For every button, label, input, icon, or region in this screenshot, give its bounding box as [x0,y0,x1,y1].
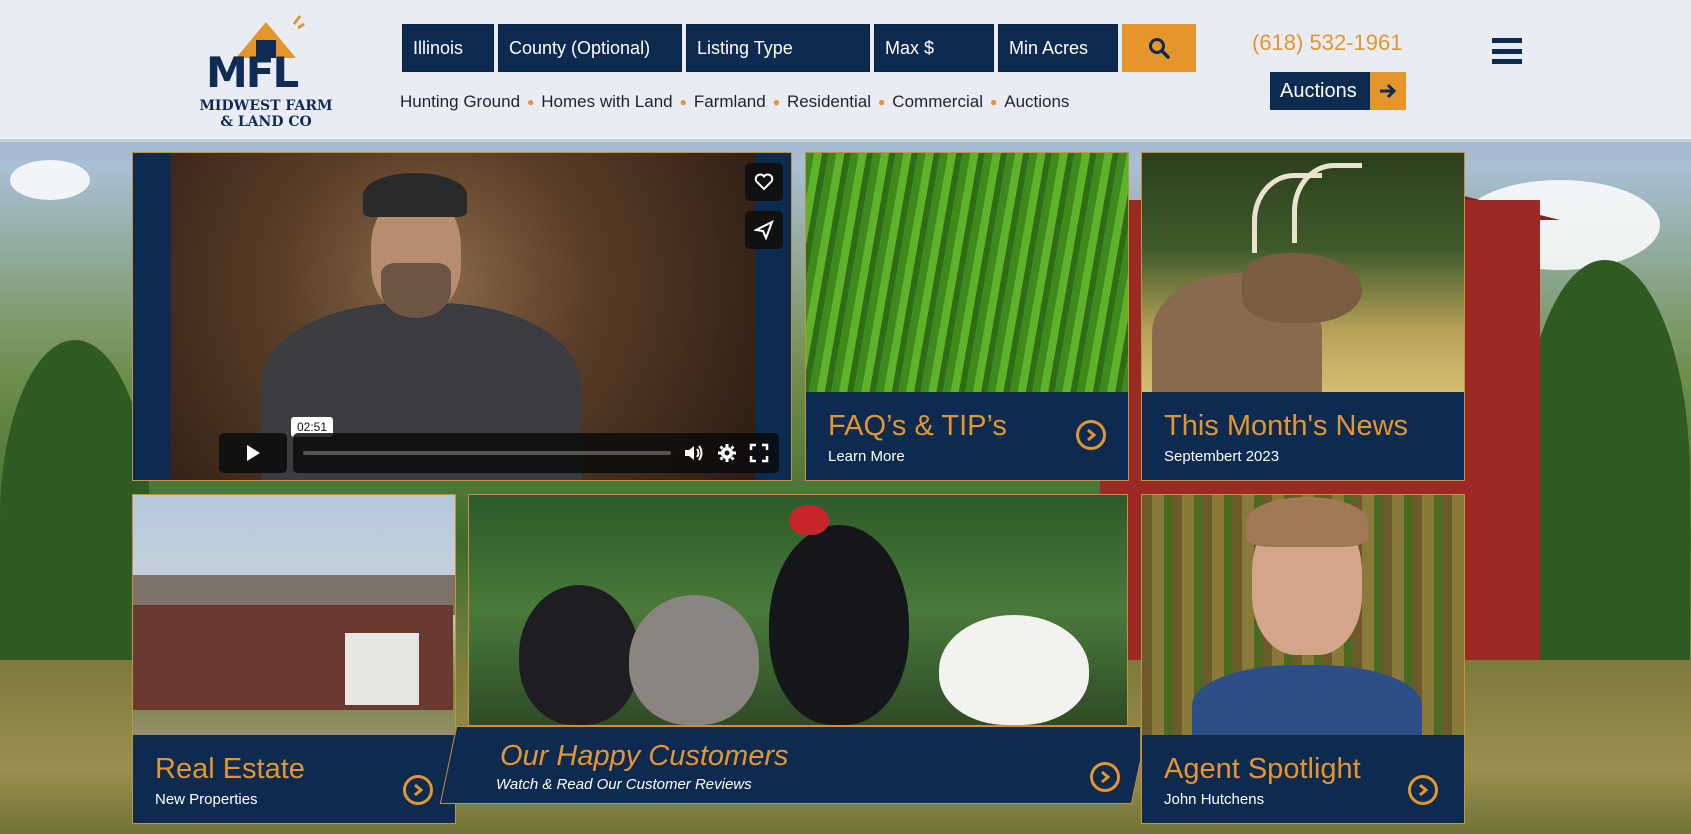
heart-icon [754,173,774,191]
arrow-right-icon [1370,72,1406,110]
agent-tile-subtitle: John Hutchens [1164,791,1265,808]
chevron-right-icon[interactable] [1090,762,1120,792]
agent-tile-title: Agent Spotlight [1164,753,1361,785]
category-links: Hunting Ground ● Homes with Land ● Farml… [400,92,1069,112]
state-select[interactable]: Illinois [402,24,494,72]
category-link-homes-with-land[interactable]: Homes with Land [541,92,672,112]
customers-tile-title: Our Happy Customers [500,740,789,772]
county-select[interactable]: County (Optional) [498,24,682,72]
tile-caption-bar: Real Estate New Properties [133,735,455,823]
min-acres-select[interactable]: Min Acres [998,24,1118,72]
send-icon [754,220,774,240]
auctions-button-label: Auctions [1270,72,1370,110]
faq-tile-title: FAQ’s & TIP’s [828,410,1007,442]
settings-gear-icon[interactable] [717,443,737,463]
play-button[interactable] [219,433,287,473]
separator-dot: ● [679,95,687,109]
like-button[interactable] [745,163,783,201]
site-logo[interactable]: MFL MIDWEST FARM & LAND CO [186,10,346,132]
news-tile-subtitle: Septembert 2023 [1164,448,1280,465]
category-link-farmland[interactable]: Farmland [694,92,766,112]
phone-number-link[interactable]: (618) 532-1961 [1252,30,1402,56]
monthly-news-tile[interactable]: This Month's News Septembert 2023 [1141,152,1465,481]
faq-tile-subtitle: Learn More [828,448,905,465]
real-estate-tile-title: Real Estate [155,753,305,785]
faq-tips-tile[interactable]: FAQ’s & TIP’s Learn More [805,152,1129,481]
chevron-right-icon[interactable] [1408,775,1438,805]
tile-caption-bar: This Month's News Septembert 2023 [1142,392,1464,480]
category-link-residential[interactable]: Residential [787,92,871,112]
separator-dot: ● [527,95,535,109]
agent-photo [1142,495,1464,755]
deer-image [1142,153,1464,393]
search-button[interactable] [1122,24,1196,72]
volume-icon[interactable] [683,443,705,463]
category-link-commercial[interactable]: Commercial [892,92,983,112]
video-control-bar [293,433,779,473]
tile-caption-bar: FAQ’s & TIP’s Learn More [806,392,1128,480]
chevron-right-icon[interactable] [1076,420,1106,450]
play-icon [247,445,260,461]
chickens-image [468,494,1128,726]
logo-line-1: MIDWEST FARM [199,98,333,114]
real-estate-tile[interactable]: Real Estate New Properties [132,494,456,824]
real-estate-tile-subtitle: New Properties [155,791,258,808]
house-image [133,495,455,737]
agent-spotlight-tile[interactable]: Agent Spotlight John Hutchens [1141,494,1465,824]
separator-dot: ● [878,95,886,109]
hamburger-menu-icon[interactable] [1492,38,1522,64]
customers-tile-subtitle: Watch & Read Our Customer Reviews [496,776,752,793]
cornfield-image [806,153,1128,393]
auctions-button[interactable]: Auctions [1270,72,1406,110]
separator-dot: ● [772,95,780,109]
video-frame: 02:51 [171,153,783,480]
news-tile-title: This Month's News [1164,410,1409,442]
video-progress-bar[interactable] [303,451,671,455]
search-icon [1149,38,1170,59]
logo-line-2: & LAND CO [220,114,312,130]
happy-customers-tile[interactable]: Our Happy Customers Watch & Read Our Cus… [440,494,1140,806]
share-button[interactable] [745,211,783,249]
category-link-auctions[interactable]: Auctions [1004,92,1069,112]
video-controls [219,433,779,473]
separator-dot: ● [989,95,998,109]
logo-mark: MFL [206,48,299,97]
fullscreen-icon[interactable] [749,443,769,463]
max-price-select[interactable]: Max $ [874,24,994,72]
tile-caption-bar: Agent Spotlight John Hutchens [1142,735,1464,823]
listing-type-select[interactable]: Listing Type [686,24,870,72]
video-player[interactable]: 02:51 [132,152,792,481]
chevron-right-icon[interactable] [403,775,433,805]
category-link-hunting-ground[interactable]: Hunting Ground [400,92,520,112]
site-header: MFL MIDWEST FARM & LAND CO Illinois Coun… [0,0,1691,142]
property-search-bar: Illinois County (Optional) Listing Type … [402,24,1196,72]
